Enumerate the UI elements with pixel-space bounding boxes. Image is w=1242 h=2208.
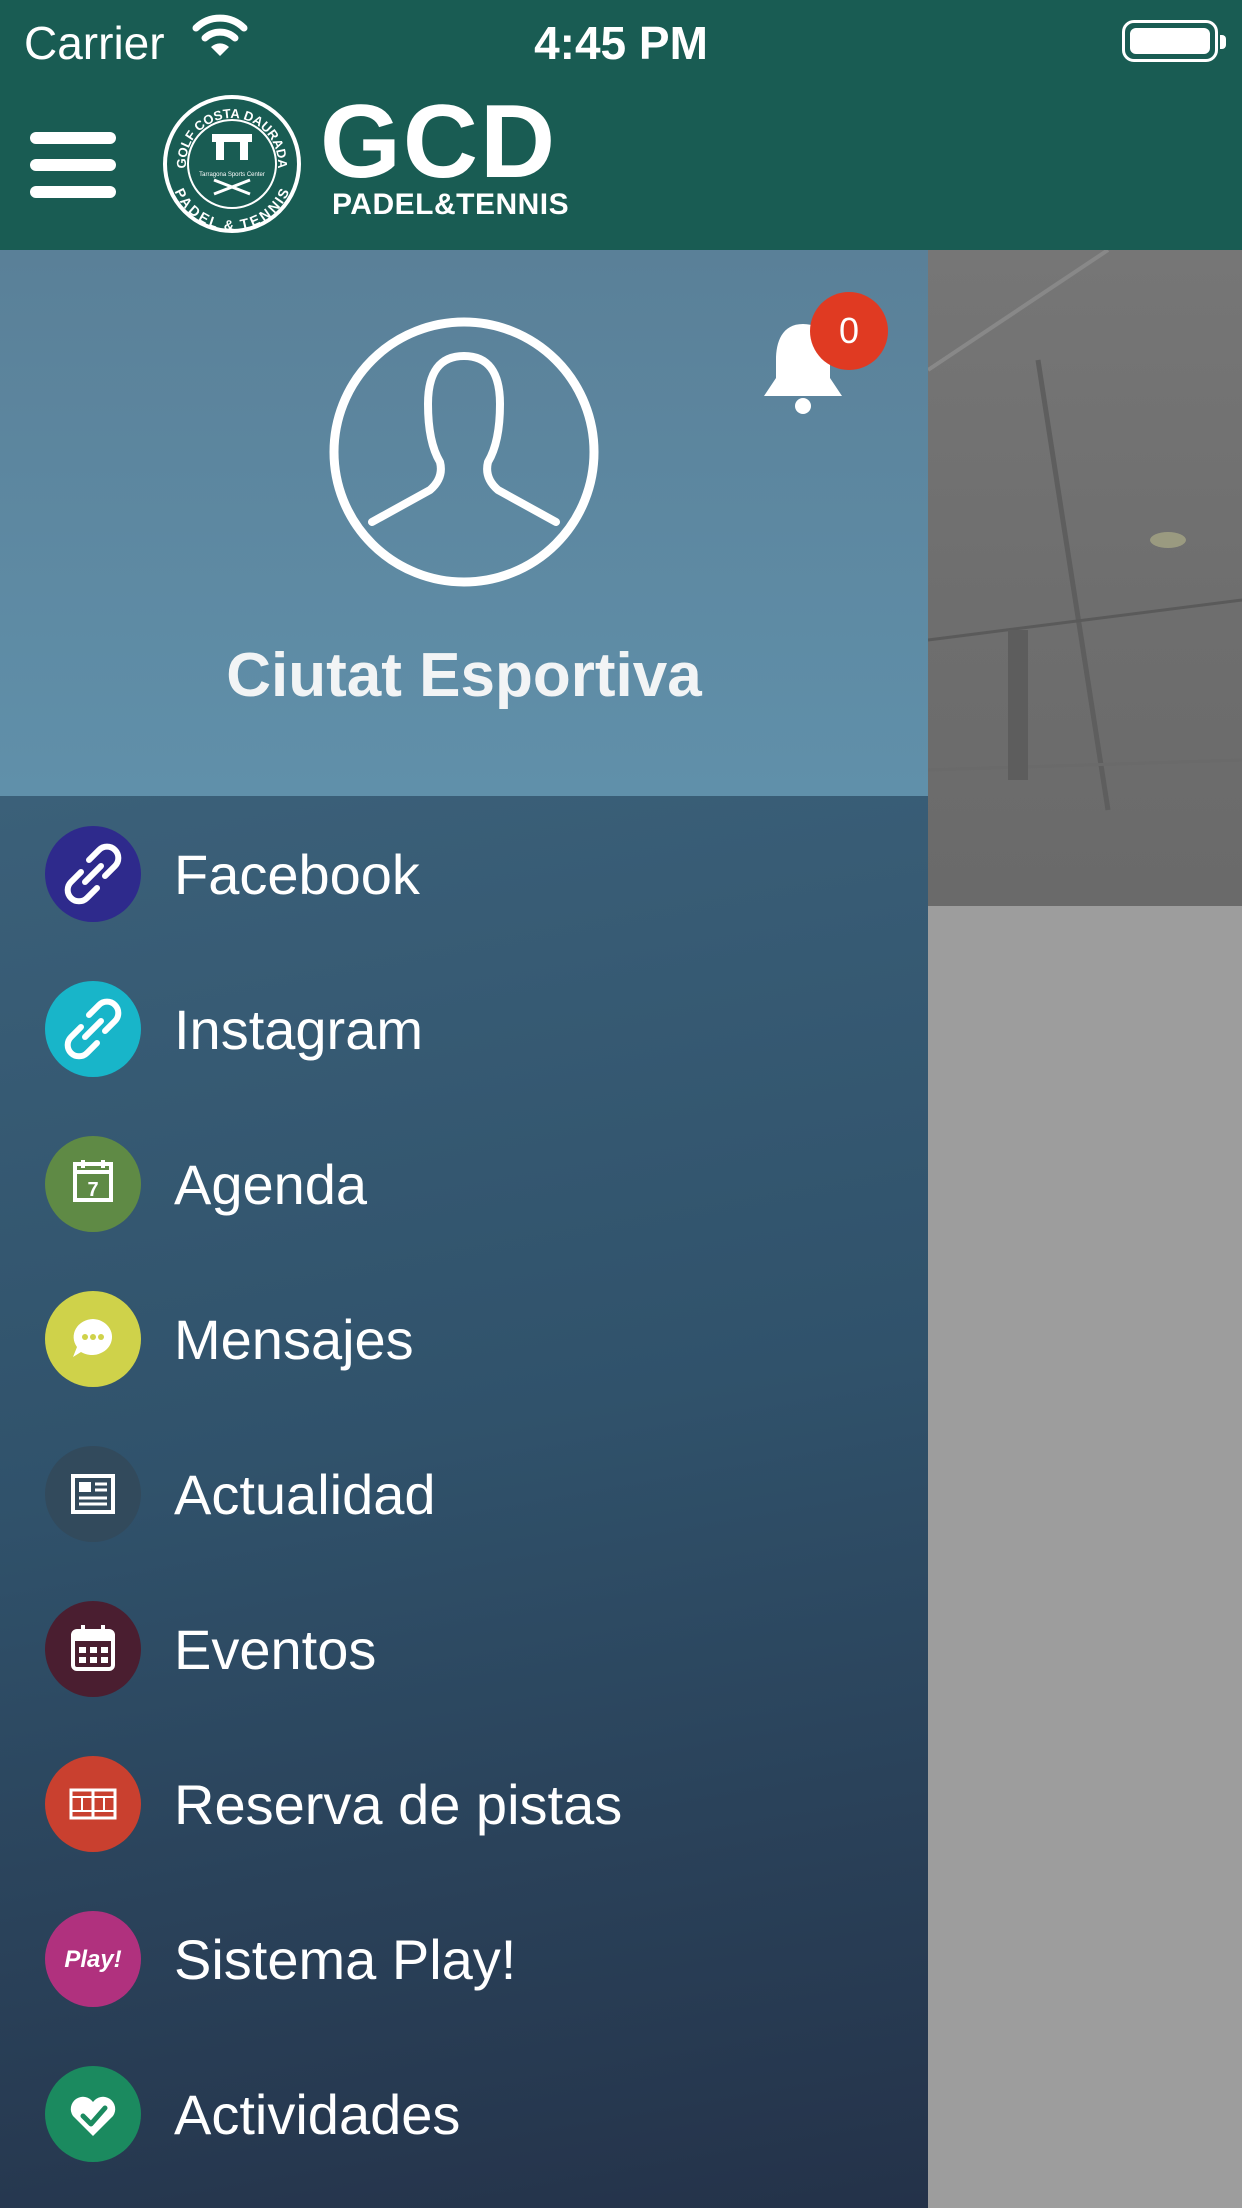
background-content xyxy=(928,906,1242,2208)
heart-check-icon xyxy=(45,2066,141,2162)
calendar-grid-icon xyxy=(45,1601,141,1697)
newspaper-icon xyxy=(45,1446,141,1542)
calendar-7-icon: 7 xyxy=(45,1136,141,1232)
menu-item-label: Actualidad xyxy=(174,1463,436,1526)
play-text-icon: Play! xyxy=(45,1911,141,2007)
menu-item-label: Actividades xyxy=(174,2083,461,2146)
logo-wordmark: GCD xyxy=(320,84,558,200)
menu-item-sistema-play[interactable]: Play! Sistema Play! xyxy=(0,1881,928,2036)
user-silhouette-icon xyxy=(329,317,599,587)
menu-item-eventos[interactable]: Eventos xyxy=(0,1571,928,1726)
play-icon-text: Play! xyxy=(64,1946,121,1973)
club-seal-logo: GOLF COSTA DAURADA PADEL & TENNIS Tarrag… xyxy=(162,94,302,234)
side-drawer: 0 Ciutat Esportiva Facebook Instagram 7 … xyxy=(0,250,928,2208)
seal-bottom-text: PADEL & TENNIS xyxy=(172,186,293,234)
profile-name: Ciutat Esportiva xyxy=(226,641,702,710)
menu-item-actividades[interactable]: Actividades xyxy=(0,2036,928,2191)
menu-item-instagram[interactable]: Instagram xyxy=(0,951,928,1106)
app-header: GOLF COSTA DAURADA PADEL & TENNIS Tarrag… xyxy=(0,82,1242,250)
seal-inner-text: Tarragona Sports Center xyxy=(199,172,265,178)
status-time: 4:45 PM xyxy=(534,17,708,69)
menu-item-label: Facebook xyxy=(174,843,420,906)
menu-item-label: Reserva de pistas xyxy=(174,1773,623,1836)
menu-item-label: Sistema Play! xyxy=(174,1928,517,1991)
menu-toggle-button[interactable] xyxy=(30,132,116,198)
calendar-day-number: 7 xyxy=(87,1179,98,1201)
court-icon xyxy=(45,1756,141,1852)
menu-item-actualidad[interactable]: Actualidad xyxy=(0,1416,928,1571)
menu-list: Facebook Instagram 7 Agenda Mensajes Act… xyxy=(0,796,928,2208)
menu-item-label: Eventos xyxy=(174,1618,377,1681)
menu-item-label: Agenda xyxy=(174,1153,368,1216)
link-icon xyxy=(45,826,141,922)
battery-icon xyxy=(1122,20,1226,62)
notification-count-badge: 0 xyxy=(810,292,888,370)
svg-text:PADEL & TENNIS: PADEL & TENNIS xyxy=(172,186,293,234)
avatar[interactable] xyxy=(328,316,600,588)
chat-bubble-icon xyxy=(45,1291,141,1387)
menu-item-label: Instagram xyxy=(174,998,423,1061)
profile-header: 0 Ciutat Esportiva xyxy=(0,250,928,796)
background-photo xyxy=(928,250,1242,906)
logo-subtitle: PADEL&TENNIS xyxy=(332,188,570,221)
menu-item-reserva-de-pistas[interactable]: Reserva de pistas xyxy=(0,1726,928,1881)
menu-item-label: Mensajes xyxy=(174,1308,414,1371)
link-icon xyxy=(45,981,141,1077)
menu-item-facebook[interactable]: Facebook xyxy=(0,796,928,951)
menu-item-agenda[interactable]: 7 Agenda xyxy=(0,1106,928,1261)
menu-item-mensajes[interactable]: Mensajes xyxy=(0,1261,928,1416)
status-bar: Carrier 4:45 PM xyxy=(0,0,1242,82)
